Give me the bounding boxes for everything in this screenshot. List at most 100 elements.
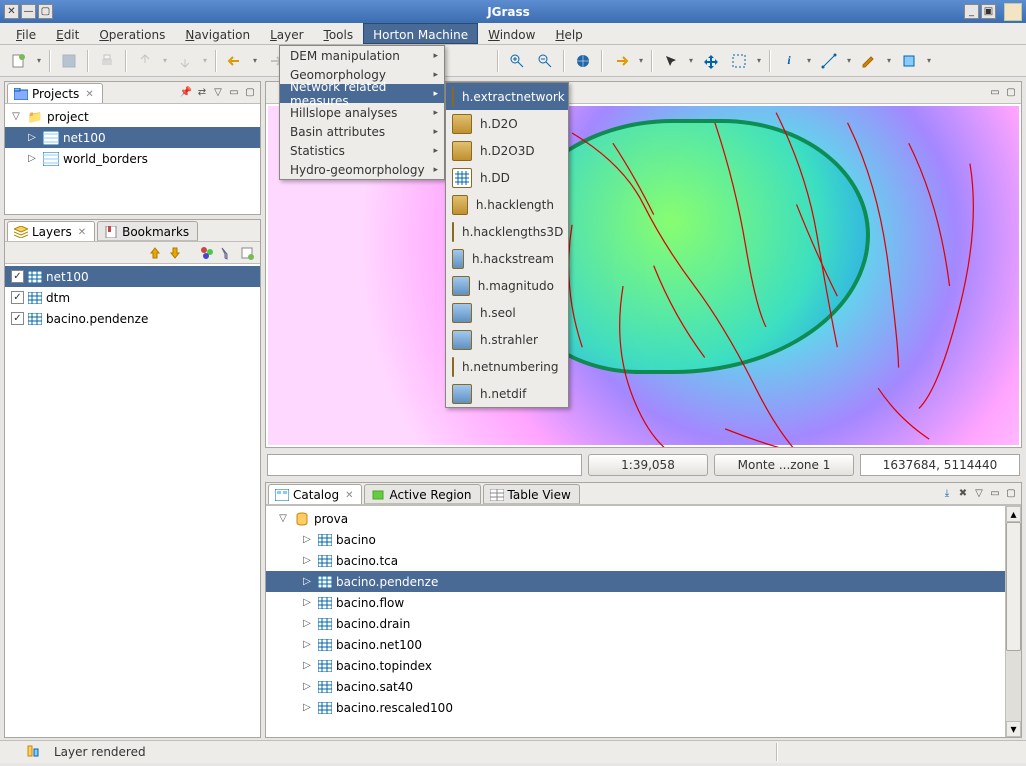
menu-help[interactable]: Help — [545, 23, 592, 44]
boundbox-tool[interactable] — [726, 49, 752, 73]
catalog-scrollbar[interactable]: ▴ ▾ — [1005, 506, 1021, 737]
menu-tools[interactable]: Tools — [314, 23, 364, 44]
submenu-item-h-hacklength[interactable]: h.hacklength — [446, 191, 568, 218]
menu-chevron-icon[interactable]: ▽ — [971, 486, 987, 502]
delete-icon[interactable]: ✖ — [955, 486, 971, 502]
projects-tree[interactable]: ▽ 📁 project ▷ net100 ▷ world_borders — [5, 104, 260, 214]
back-button[interactable] — [222, 49, 248, 73]
catalog-root[interactable]: ▽ prova — [266, 508, 1005, 529]
pin-icon[interactable]: 📌 — [178, 85, 194, 101]
layer-checkbox[interactable]: ✓ — [11, 312, 24, 325]
submenu-item-h-hackstream[interactable]: h.hackstream — [446, 245, 568, 272]
maximize-button[interactable]: ▢ — [38, 4, 53, 19]
catalog-item[interactable]: ▷bacino.flow — [266, 592, 1005, 613]
menu-window[interactable]: Window — [478, 23, 545, 44]
layer-item-bacino-pendenze[interactable]: ✓ bacino.pendenze — [5, 308, 260, 329]
catalog-item[interactable]: ▷bacino.sat40 — [266, 676, 1005, 697]
collapse-icon[interactable]: ▽ — [9, 111, 23, 122]
select-dropdown[interactable] — [686, 49, 696, 73]
close-icon[interactable]: ✕ — [85, 89, 93, 100]
save-button[interactable] — [56, 49, 82, 73]
properties-button[interactable] — [238, 244, 256, 262]
table-view-tab[interactable]: Table View — [483, 484, 580, 504]
filter-button[interactable] — [218, 244, 236, 262]
import-icon[interactable]: ⤓ — [939, 486, 955, 502]
globe-button[interactable] — [570, 49, 596, 73]
expand-icon[interactable]: ▷ — [300, 702, 314, 713]
menu-horton-machine[interactable]: Horton Machine — [363, 23, 478, 44]
submenu-item-h-hacklengths3D[interactable]: h.hacklengths3D — [446, 218, 568, 245]
layers-tree[interactable]: ✓ net100 ✓ dtm ✓ bacino.pendenze — [5, 264, 260, 737]
layer-item-dtm[interactable]: ✓ dtm — [5, 287, 260, 308]
style-tool[interactable] — [896, 49, 922, 73]
submenu-item-h-D2O[interactable]: h.D2O — [446, 110, 568, 137]
print-button[interactable] — [94, 49, 120, 73]
horton-item-3[interactable]: Hillslope analyses▸ — [280, 103, 444, 122]
pan-tool[interactable] — [698, 49, 724, 73]
submenu-item-h-seol[interactable]: h.seol — [446, 299, 568, 326]
menu-navigation[interactable]: Navigation — [175, 23, 260, 44]
measure-dropdown[interactable] — [844, 49, 854, 73]
minimize-button[interactable]: — — [21, 4, 36, 19]
catalog-tree[interactable]: ▽ prova ▷bacino▷bacino.tca▷bacino.penden… — [266, 506, 1005, 737]
style-dropdown[interactable] — [924, 49, 934, 73]
next-dropdown[interactable] — [636, 49, 646, 73]
submenu-item-h-netdif[interactable]: h.netdif — [446, 380, 568, 407]
edit-dropdown[interactable] — [884, 49, 894, 73]
menu-edit[interactable]: Edit — [46, 23, 89, 44]
restore-button[interactable]: ▣ — [981, 4, 996, 19]
bookmarks-tab[interactable]: Bookmarks — [97, 221, 198, 241]
menu-operations[interactable]: Operations — [89, 23, 175, 44]
catalog-tab[interactable]: Catalog ✕ — [268, 484, 362, 504]
boundbox-dropdown[interactable] — [754, 49, 764, 73]
menu-file[interactable]: File — [6, 23, 46, 44]
select-tool[interactable] — [658, 49, 684, 73]
iconify-button[interactable]: _ — [964, 4, 979, 19]
active-region-tab[interactable]: Active Region — [364, 484, 480, 504]
scrollbar-thumb[interactable] — [1006, 522, 1021, 651]
minimize-view-icon[interactable]: ▭ — [987, 85, 1003, 101]
close-button[interactable]: ✕ — [4, 4, 19, 19]
layer-checkbox[interactable]: ✓ — [11, 291, 24, 304]
minimize-view-icon[interactable]: ▭ — [987, 486, 1003, 502]
expand-icon[interactable]: ▷ — [25, 153, 39, 164]
expand-icon[interactable]: ▷ — [300, 681, 314, 692]
expand-icon[interactable]: ▷ — [300, 660, 314, 671]
catalog-item[interactable]: ▷bacino.tca — [266, 550, 1005, 571]
catalog-item[interactable]: ▷bacino.net100 — [266, 634, 1005, 655]
minimize-view-icon[interactable]: ▭ — [226, 85, 242, 101]
expand-icon[interactable]: ▷ — [300, 555, 314, 566]
new-button[interactable] — [6, 49, 32, 73]
scale-display[interactable]: 1:39,058 — [588, 454, 708, 476]
close-icon[interactable]: ✕ — [345, 490, 353, 501]
catalog-item[interactable]: ▷bacino.rescaled100 — [266, 697, 1005, 718]
submenu-item-h-strahler[interactable]: h.strahler — [446, 326, 568, 353]
up-button[interactable] — [146, 244, 164, 262]
maximize-view-icon[interactable]: ▢ — [1003, 486, 1019, 502]
expand-icon[interactable]: ▷ — [300, 534, 314, 545]
import-button[interactable] — [132, 49, 158, 73]
next-button[interactable] — [608, 49, 634, 73]
horton-item-5[interactable]: Statistics▸ — [280, 141, 444, 160]
edit-tool[interactable] — [856, 49, 882, 73]
close-icon[interactable]: ✕ — [78, 227, 86, 238]
horton-item-2[interactable]: Network related measures▸ — [280, 84, 444, 103]
catalog-item[interactable]: ▷bacino.drain — [266, 613, 1005, 634]
link-icon[interactable]: ⇄ — [194, 85, 210, 101]
menu-layer[interactable]: Layer — [260, 23, 313, 44]
collapse-icon[interactable]: ▽ — [276, 513, 290, 524]
project-item-world-borders[interactable]: ▷ world_borders — [5, 148, 260, 169]
back-dropdown[interactable] — [250, 49, 260, 73]
style-button[interactable] — [198, 244, 216, 262]
horton-item-4[interactable]: Basin attributes▸ — [280, 122, 444, 141]
expand-icon[interactable]: ▷ — [300, 597, 314, 608]
down-button[interactable] — [166, 244, 184, 262]
crs-button[interactable]: Monte ...zone 1 — [714, 454, 854, 476]
expand-icon[interactable]: ▷ — [300, 618, 314, 629]
scroll-up-icon[interactable]: ▴ — [1006, 506, 1021, 522]
info-dropdown[interactable] — [804, 49, 814, 73]
horton-item-6[interactable]: Hydro-geomorphology▸ — [280, 160, 444, 179]
catalog-item[interactable]: ▷bacino.pendenze — [266, 571, 1005, 592]
zoom-in-button[interactable] — [504, 49, 530, 73]
measure-tool[interactable] — [816, 49, 842, 73]
